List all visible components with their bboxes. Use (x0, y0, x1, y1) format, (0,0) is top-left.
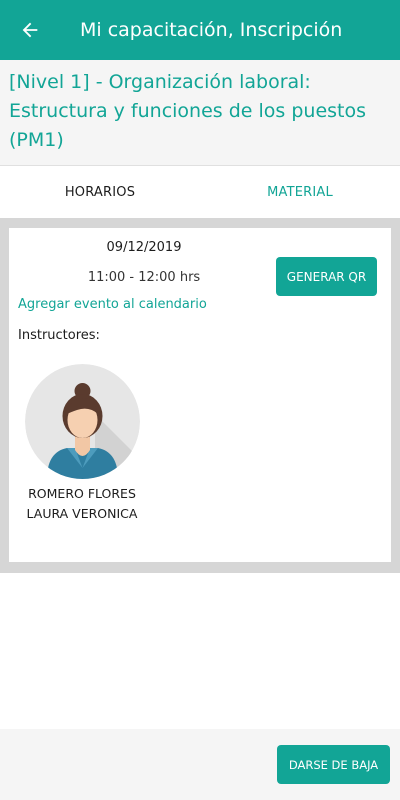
page-title: Mi capacitación, Inscripción (80, 19, 343, 41)
unsubscribe-button[interactable]: DARSE DE BAJA (277, 745, 390, 784)
tab-horarios[interactable]: HORARIOS (0, 167, 200, 218)
schedule-date: 09/12/2019 (106, 240, 182, 255)
course-header: [Nivel 1] - Organización laboral: Estruc… (0, 60, 400, 166)
add-to-calendar-link[interactable]: Agregar evento al calendario (18, 297, 207, 312)
arrow-left-icon (22, 22, 38, 38)
course-title: [Nivel 1] - Organización laboral: Estruc… (9, 71, 367, 151)
back-button[interactable] (0, 0, 60, 60)
tab-material[interactable]: MATERIAL (200, 167, 400, 218)
female-avatar-icon (25, 364, 140, 479)
generate-qr-button[interactable]: GENERAR QR (276, 257, 377, 296)
instructor-name: ROMERO FLORES LAURA VERONICA (26, 486, 138, 521)
schedule-list: 09/12/2019 11:00 - 12:00 hrs GENERAR QR … (0, 218, 400, 573)
tab-bar: HORARIOS MATERIAL (0, 167, 400, 218)
instructors-label: Instructores: (18, 328, 100, 343)
schedule-card: 09/12/2019 11:00 - 12:00 hrs GENERAR QR … (9, 228, 391, 562)
schedule-time: 11:00 - 12:00 hrs (87, 270, 201, 285)
tab-horarios-label: HORARIOS (64, 185, 136, 200)
bottom-bar: DARSE DE BAJA (0, 729, 400, 800)
tab-material-label: MATERIAL (267, 185, 333, 200)
app-bar: Mi capacitación, Inscripción (0, 0, 400, 60)
